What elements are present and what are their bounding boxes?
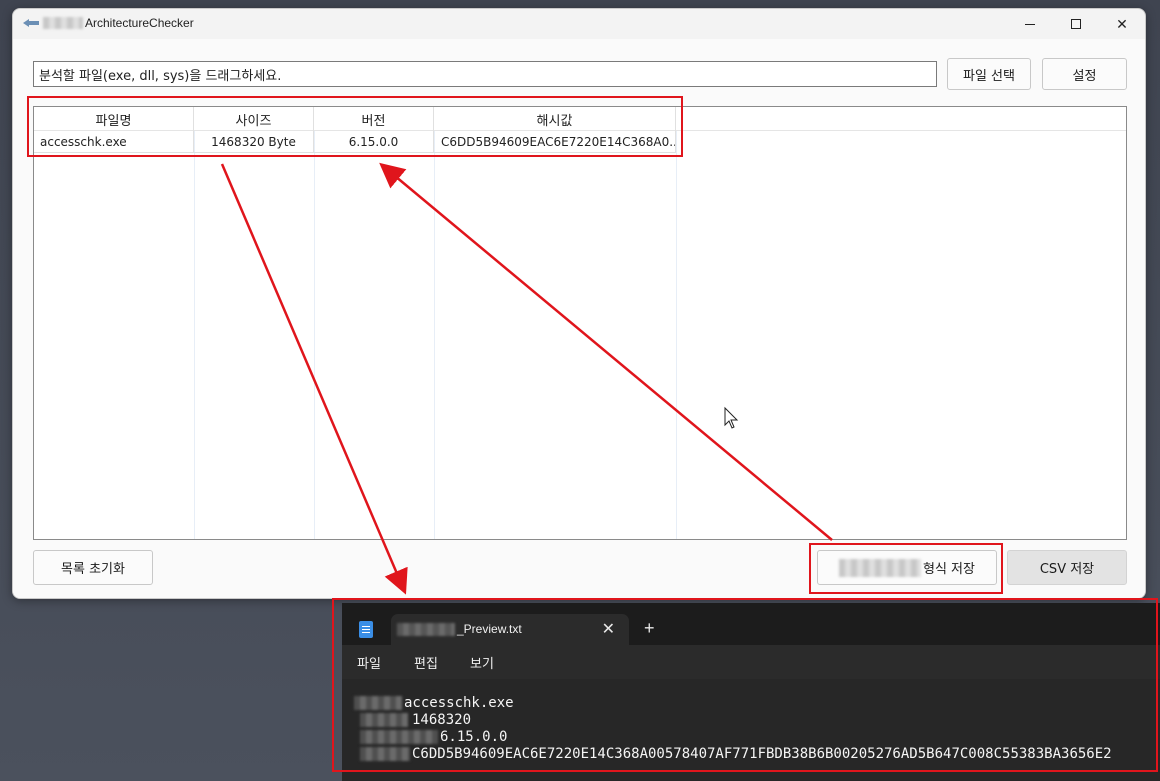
column-divider — [314, 107, 315, 539]
column-divider — [676, 107, 677, 539]
minimize-button[interactable] — [1007, 9, 1053, 39]
drop-zone-input[interactable]: 분석할 파일(exe, dll, sys)을 드래그하세요. — [33, 61, 937, 87]
title-redacted — [43, 17, 83, 29]
minimize-icon — [1025, 23, 1035, 25]
reset-list-button[interactable]: 목록 초기화 — [33, 550, 153, 585]
column-divider — [434, 107, 435, 539]
notepad-highlight-box — [332, 598, 1158, 772]
table-highlight-box — [27, 96, 683, 157]
maximize-button[interactable] — [1053, 9, 1099, 39]
app-logo-icon — [23, 19, 39, 27]
column-divider — [194, 107, 195, 539]
format-save-highlight-box — [809, 543, 1003, 594]
app-title: ArchitectureChecker — [85, 16, 194, 30]
csv-save-button[interactable]: CSV 저장 — [1007, 550, 1127, 585]
select-file-button[interactable]: 파일 선택 — [947, 58, 1031, 90]
maximize-icon — [1071, 19, 1081, 29]
settings-button[interactable]: 설정 — [1042, 58, 1127, 90]
titlebar: ArchitectureChecker ✕ — [13, 9, 1145, 39]
file-table[interactable]: 파일명 사이즈 버전 해시값 accesschk.exe 1468320 Byt… — [33, 106, 1127, 540]
close-icon: ✕ — [1116, 15, 1128, 32]
close-button[interactable]: ✕ — [1099, 9, 1145, 39]
